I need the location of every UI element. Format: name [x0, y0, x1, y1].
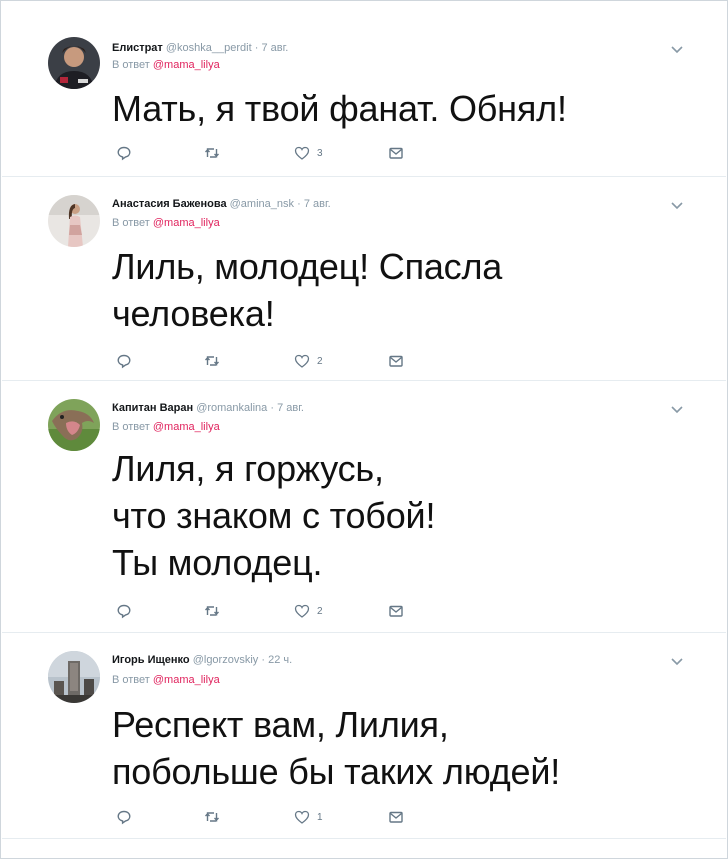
- tweet-text: Мать, я твой фанат. Обнял!: [112, 88, 567, 129]
- avatar[interactable]: [48, 399, 100, 451]
- avatar[interactable]: [48, 651, 100, 703]
- reply-icon: [117, 810, 131, 825]
- author-name[interactable]: Анастасия Баженова: [112, 198, 227, 210]
- tweet-actions: 2: [116, 353, 416, 369]
- dot-separator: ·: [254, 42, 259, 54]
- like-icon: [294, 146, 310, 160]
- reply-context: В ответ @mama_lilya: [112, 58, 220, 72]
- message-button[interactable]: [388, 145, 404, 161]
- reply-context: В ответ @mama_lilya: [112, 216, 220, 230]
- avatar[interactable]: [48, 37, 100, 89]
- like-button[interactable]: 2: [294, 353, 323, 369]
- tweet-time[interactable]: 7 авг.: [304, 198, 331, 210]
- avatar-image: [48, 195, 100, 247]
- like-button[interactable]: 1: [294, 809, 323, 825]
- message-icon: [389, 605, 403, 617]
- message-button[interactable]: [388, 603, 404, 619]
- reply-context: В ответ @mama_lilya: [112, 420, 220, 434]
- author-handle[interactable]: @lgorzovskiy: [193, 654, 259, 666]
- tweet-actions: 2: [116, 603, 416, 619]
- reply-prefix: В ответ: [112, 217, 150, 229]
- message-icon: [389, 147, 403, 159]
- author-handle[interactable]: @koshka__perdit: [166, 42, 252, 54]
- chevron-down-icon[interactable]: [670, 657, 684, 667]
- retweet-icon: [205, 606, 219, 616]
- reply-prefix: В ответ: [112, 59, 150, 71]
- dot-separator: ·: [297, 198, 301, 210]
- retweet-button[interactable]: [204, 809, 220, 825]
- chevron-down-icon[interactable]: [670, 45, 684, 55]
- tweet-1[interactable]: Елистрат @koshka__perdit · 7 авг. В отве…: [2, 19, 726, 177]
- like-icon: [294, 604, 310, 618]
- like-count: 2: [317, 605, 323, 617]
- like-count: 2: [317, 355, 323, 367]
- like-icon: [294, 354, 310, 368]
- author-name[interactable]: Игорь Ищенко: [112, 654, 190, 666]
- tweet-text: Лиль, молодец! Спасла человека!: [112, 246, 503, 334]
- dot-separator: ·: [261, 654, 266, 666]
- tweet-actions: 3: [116, 145, 416, 161]
- avatar-image: [48, 399, 100, 451]
- like-button[interactable]: 2: [294, 603, 323, 619]
- dot-separator: ·: [270, 402, 275, 414]
- tweet-time[interactable]: 22 ч.: [268, 654, 292, 666]
- reply-button[interactable]: [116, 603, 132, 619]
- reply-mention[interactable]: @mama_lilya: [153, 59, 220, 71]
- tweet-4[interactable]: Игорь Ищенко @lgorzovskiy · 22 ч. В отве…: [2, 633, 726, 839]
- reply-mention[interactable]: @mama_lilya: [153, 674, 220, 686]
- reply-button[interactable]: [116, 353, 132, 369]
- reply-mention[interactable]: @mama_lilya: [153, 421, 220, 433]
- tweet-time[interactable]: 7 авг.: [277, 402, 304, 414]
- like-count: 1: [317, 811, 323, 823]
- retweet-button[interactable]: [204, 145, 220, 161]
- reply-mention[interactable]: @mama_lilya: [153, 217, 220, 229]
- author-handle[interactable]: @amina_nsk: [230, 198, 294, 210]
- tweet-text: Лиля, я горжусь, что знаком с тобой! Ты …: [112, 448, 436, 583]
- like-button[interactable]: 3: [294, 145, 323, 161]
- tweet-time[interactable]: 7 авг.: [261, 42, 288, 54]
- retweet-button[interactable]: [204, 603, 220, 619]
- message-button[interactable]: [388, 353, 404, 369]
- retweet-icon: [205, 812, 219, 822]
- reply-prefix: В ответ: [112, 674, 150, 686]
- retweet-button[interactable]: [204, 353, 220, 369]
- tweet-actions: 1: [116, 809, 416, 825]
- retweet-icon: [205, 148, 219, 158]
- message-button[interactable]: [388, 809, 404, 825]
- retweet-icon: [205, 356, 219, 366]
- avatar-image: [48, 37, 100, 89]
- author-name[interactable]: Капитан Варан: [112, 402, 193, 414]
- reply-button[interactable]: [116, 145, 132, 161]
- message-icon: [389, 811, 403, 823]
- message-icon: [389, 355, 403, 367]
- like-icon: [294, 810, 310, 824]
- chevron-down-icon[interactable]: [670, 405, 684, 415]
- tweet-2[interactable]: Анастасия Баженова @amina_nsk · 7 авг. В…: [2, 177, 726, 381]
- avatar-image: [48, 651, 100, 703]
- reply-icon: [117, 146, 131, 161]
- tweet-thread: Елистрат @koshka__perdit · 7 авг. В отве…: [0, 0, 728, 859]
- author-name[interactable]: Елистрат: [112, 42, 163, 54]
- reply-prefix: В ответ: [112, 421, 150, 433]
- reply-context: В ответ @mama_lilya: [112, 673, 220, 687]
- author-handle[interactable]: @romankalina: [196, 402, 267, 414]
- like-count: 3: [317, 147, 323, 159]
- tweet-text: Респект вам, Лилия, побольше бы таких лю…: [112, 704, 561, 792]
- tweet-3[interactable]: Капитан Варан @romankalina · 7 авг. В от…: [2, 381, 726, 633]
- avatar[interactable]: [48, 195, 100, 247]
- reply-icon: [117, 604, 131, 619]
- reply-icon: [117, 354, 131, 369]
- chevron-down-icon[interactable]: [670, 201, 684, 211]
- reply-button[interactable]: [116, 809, 132, 825]
